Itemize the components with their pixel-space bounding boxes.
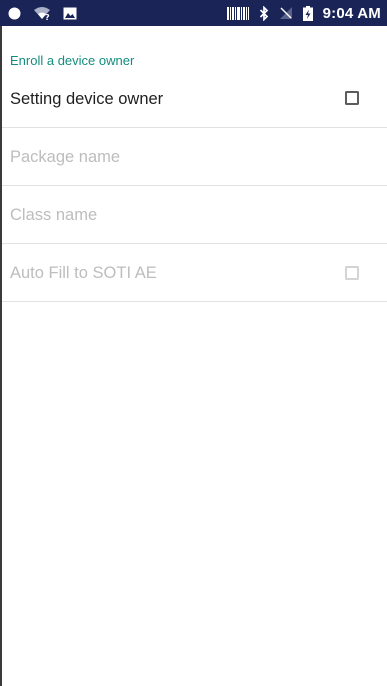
svg-text:?: ?	[45, 13, 50, 20]
status-bar: ? 9:04 AM	[0, 0, 387, 26]
section-header: Enroll a device owner	[10, 53, 135, 68]
class-name-label: Class name	[10, 206, 98, 224]
image-icon	[63, 7, 77, 20]
auto-fill-soti-checkbox	[345, 266, 359, 280]
package-name-label: Package name	[10, 148, 121, 166]
bluetooth-icon	[259, 5, 269, 21]
package-name-row: Package name	[2, 128, 387, 185]
auto-fill-soti-label: Auto Fill to SOTI AE	[10, 264, 157, 282]
setting-device-owner-checkbox[interactable]	[345, 91, 359, 105]
no-sim-icon	[279, 6, 293, 20]
divider	[2, 301, 387, 302]
class-name-row: Class name	[2, 186, 387, 243]
wifi-question-icon: ?	[33, 6, 51, 20]
circle-notification-icon	[8, 7, 21, 20]
auto-fill-soti-row: Auto Fill to SOTI AE	[2, 244, 387, 301]
setting-device-owner-row[interactable]: Setting device owner	[2, 73, 387, 125]
battery-charging-icon	[302, 5, 313, 21]
status-time: 9:04 AM	[322, 4, 381, 22]
settings-screen: Enroll a device owner Setting device own…	[0, 26, 387, 686]
barcode-icon	[226, 6, 249, 20]
setting-device-owner-label: Setting device owner	[10, 90, 164, 108]
